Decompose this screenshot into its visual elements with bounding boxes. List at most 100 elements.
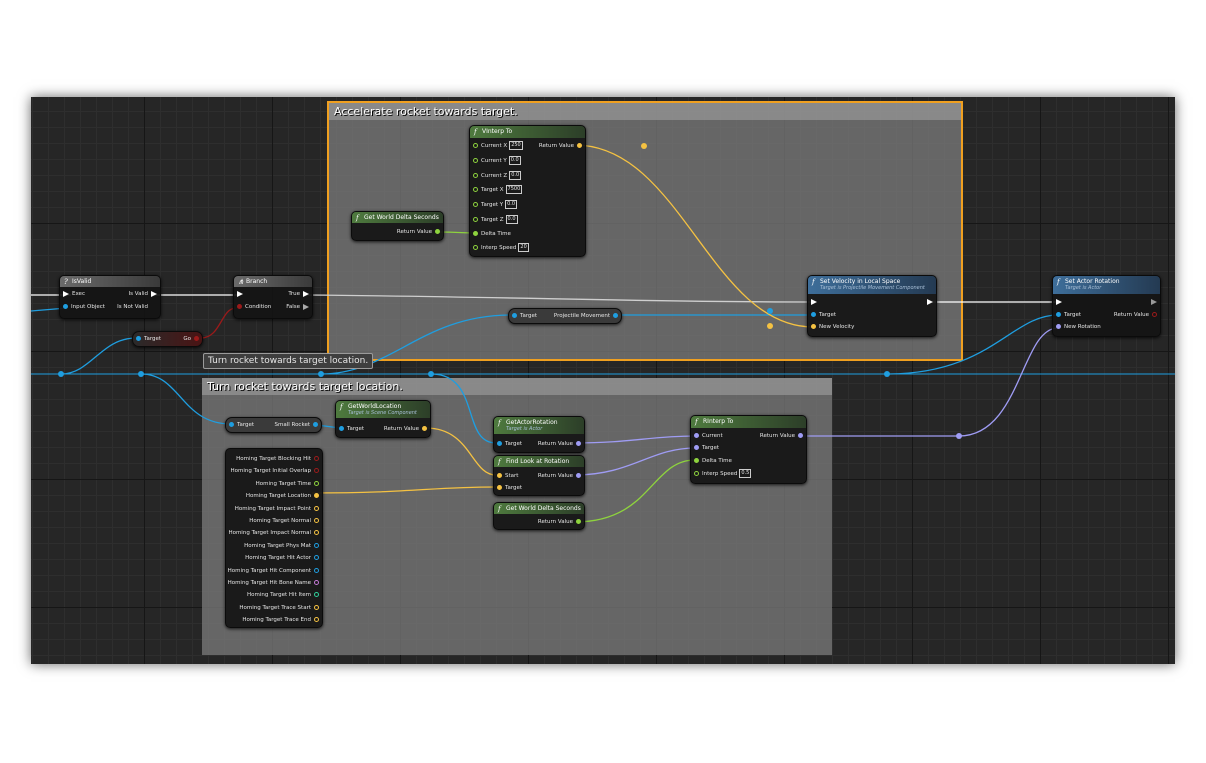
interp-speed-input[interactable]: 0.5 xyxy=(739,469,752,478)
branch-node[interactable]: ⋔ Branch Condition True False xyxy=(233,275,313,319)
break-hit-pin[interactable]: Homing Target Trace End xyxy=(242,614,322,626)
break-hit-result-node[interactable]: Homing Target Blocking Hit Homing Target … xyxy=(225,448,323,628)
vinterp-node[interactable]: f VInterp To Current X 250 Current Y 0.0 Cu… xyxy=(469,125,586,257)
get-world-delta-seconds-node[interactable]: f Get World Delta Seconds Return Value xyxy=(493,502,585,530)
node-title: Get World Delta Seconds xyxy=(364,214,439,221)
target-y-pin[interactable]: Target Y 0.0 xyxy=(470,199,518,211)
get-world-delta-seconds-node[interactable]: f Get World Delta Seconds Return Value xyxy=(351,211,444,241)
object-pin-icon xyxy=(314,567,319,573)
return-value-pin[interactable]: Return Value xyxy=(538,470,584,482)
function-icon: f xyxy=(695,418,698,426)
new-velocity-pin[interactable]: New Velocity xyxy=(808,321,854,333)
interp-speed-input[interactable]: 20 xyxy=(518,243,529,252)
exec-in-pin[interactable] xyxy=(1053,296,1065,308)
current-pin[interactable]: Current xyxy=(691,430,723,442)
current-x-pin[interactable]: Current X 250 xyxy=(470,140,523,152)
break-hit-pin[interactable]: Homing Target Phys Mat xyxy=(244,540,322,552)
return-value-pin[interactable]: Return Value xyxy=(539,140,585,152)
delta-time-pin[interactable]: Delta Time xyxy=(470,228,511,240)
isvalid-node[interactable]: ? IsValid Exec Input Object Is Valid Is N… xyxy=(59,275,161,319)
small-rocket-pin[interactable]: Small Rocket xyxy=(274,419,321,431)
current-y-input[interactable]: 0.0 xyxy=(508,156,521,165)
target-y-input[interactable]: 0.0 xyxy=(505,200,518,209)
delta-time-pin[interactable]: Delta Time xyxy=(691,455,732,467)
false-pin[interactable]: False xyxy=(286,301,312,313)
projectile-movement-node[interactable]: Target Projectile Movement xyxy=(508,308,622,324)
true-pin[interactable]: True xyxy=(288,288,312,300)
exec-pin-icon xyxy=(303,303,309,310)
go-pin[interactable]: Go xyxy=(183,333,202,345)
break-hit-pin[interactable]: Homing Target Trace Start xyxy=(239,602,322,614)
vector-pin-icon xyxy=(314,505,319,511)
small-rocket-node[interactable]: Target Small Rocket xyxy=(225,417,322,433)
exec-in-pin[interactable] xyxy=(234,288,246,300)
break-hit-pin[interactable]: Homing Target Hit Item xyxy=(247,589,322,601)
target-pin[interactable]: Target xyxy=(509,310,537,322)
exec-pin-icon xyxy=(151,304,157,310)
break-hit-pin[interactable]: Homing Target Initial Overlap xyxy=(231,465,322,477)
function-icon: f xyxy=(498,505,501,513)
condition-pin[interactable]: Condition xyxy=(234,301,271,313)
current-y-pin[interactable]: Current Y 0.0 xyxy=(470,155,521,167)
exec-out-pin[interactable] xyxy=(924,296,936,308)
find-look-at-rotation-node[interactable]: f Find Look at Rotation Start Target Retu… xyxy=(493,455,585,496)
break-hit-pin[interactable]: Homing Target Hit Bone Name xyxy=(228,577,322,589)
target-pin[interactable]: Target xyxy=(494,438,522,450)
break-hit-pin[interactable]: Homing Target Hit Component xyxy=(228,565,322,577)
break-hit-pin[interactable]: Homing Target Impact Point xyxy=(235,503,322,515)
bool-pin-icon xyxy=(314,456,319,461)
new-rotation-pin[interactable]: New Rotation xyxy=(1053,321,1101,333)
projectile-movement-pin[interactable]: Projectile Movement xyxy=(554,310,621,322)
target-x-input[interactable]: 7500 xyxy=(505,185,523,194)
target-pin[interactable]: Target xyxy=(1053,309,1081,321)
break-hit-pin[interactable]: Homing Target Time xyxy=(256,478,322,490)
current-z-input[interactable]: 0.0 xyxy=(509,171,522,180)
return-value-pin[interactable]: Return Value xyxy=(1114,309,1160,321)
target-z-pin[interactable]: Target Z 0.0 xyxy=(470,214,518,226)
node-title: Branch xyxy=(246,278,268,285)
node-title: IsValid xyxy=(72,278,92,285)
target-pin[interactable]: Target xyxy=(226,419,254,431)
target-z-input[interactable]: 0.0 xyxy=(505,215,518,224)
set-velocity-node[interactable]: f Set Velocity in Local Space Target is P… xyxy=(807,275,937,337)
exec-out-pin[interactable] xyxy=(1148,296,1160,308)
start-pin[interactable]: Start xyxy=(494,470,518,482)
break-hit-pin[interactable]: Homing Target Impact Normal xyxy=(228,527,322,539)
target-pin[interactable]: Target xyxy=(336,423,364,435)
is-not-valid-pin[interactable]: Is Not Valid xyxy=(117,301,160,313)
vector-pin-icon xyxy=(314,617,319,623)
current-x-input[interactable]: 250 xyxy=(509,141,523,150)
target-pin[interactable]: Target xyxy=(808,309,836,321)
get-actor-rotation-node[interactable]: f GetActorRotation Target is Actor Target… xyxy=(493,416,585,453)
target-pin[interactable]: Target xyxy=(133,333,161,345)
return-value-pin[interactable]: Return Value xyxy=(538,438,584,450)
object-pin-icon xyxy=(63,304,68,309)
exec-in-pin[interactable] xyxy=(808,296,820,308)
bool-pin-icon xyxy=(314,468,319,474)
target-pin[interactable]: Target xyxy=(691,442,719,454)
return-value-pin[interactable]: Return Value xyxy=(397,226,443,238)
return-value-pin[interactable]: Return Value xyxy=(538,516,584,528)
get-world-location-node[interactable]: f GetWorldLocation Target is Scene Compon… xyxy=(335,400,431,438)
node-title: RInterp To xyxy=(703,418,734,425)
rinterp-node[interactable]: f RInterp To Current Target Delta Time In… xyxy=(690,415,807,484)
break-hit-pin[interactable]: Homing Target Location xyxy=(246,490,322,502)
break-hit-pin[interactable]: Homing Target Blocking Hit xyxy=(236,453,322,465)
function-icon: f xyxy=(340,403,343,411)
current-z-pin[interactable]: Current Z 0.0 xyxy=(470,170,522,182)
target-pin[interactable]: Target xyxy=(494,482,522,494)
blueprint-graph-canvas[interactable]: Accelerate rocket towards target. Turn r… xyxy=(31,97,1175,664)
return-value-pin[interactable]: Return Value xyxy=(384,423,430,435)
break-hit-pin[interactable]: Homing Target Normal xyxy=(249,515,322,527)
interp-speed-pin[interactable]: Interp Speed 20 xyxy=(470,242,529,254)
target-go-node[interactable]: Target Go xyxy=(132,331,203,347)
node-title: VInterp To xyxy=(482,128,513,135)
exec-in-pin[interactable]: Exec xyxy=(60,288,85,300)
return-value-pin[interactable]: Return Value xyxy=(760,430,806,442)
interp-speed-pin[interactable]: Interp Speed 0.5 xyxy=(691,468,752,480)
input-object-pin[interactable]: Input Object xyxy=(60,301,105,313)
target-x-pin[interactable]: Target X 7500 xyxy=(470,184,523,196)
set-actor-rotation-node[interactable]: f Set Actor Rotation Target is Actor Targ… xyxy=(1052,275,1161,337)
break-hit-pin[interactable]: Homing Target Hit Actor xyxy=(245,552,322,564)
is-valid-pin[interactable]: Is Valid xyxy=(129,288,161,300)
